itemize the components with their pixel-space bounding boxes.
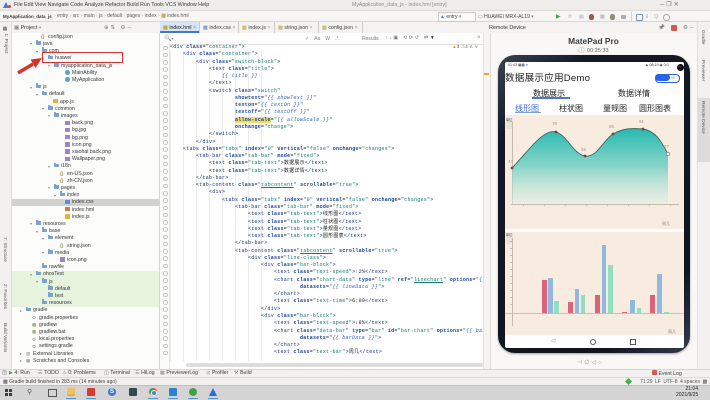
svg-text:47: 47 — [508, 159, 514, 164]
svg-text:77: 77 — [664, 144, 670, 149]
svg-text:91: 91 — [639, 119, 645, 124]
svg-text:70: 70 — [552, 121, 558, 126]
svg-text:55: 55 — [581, 147, 587, 152]
svg-text:86: 86 — [609, 124, 615, 129]
